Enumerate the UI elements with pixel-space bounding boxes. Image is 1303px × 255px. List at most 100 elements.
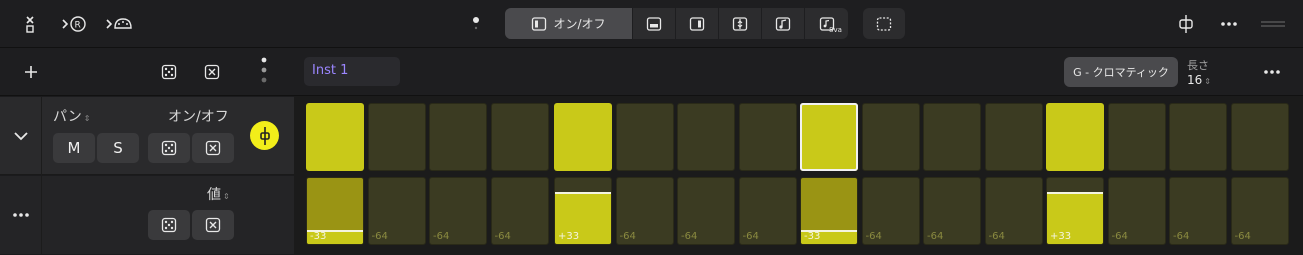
pan-selector-icon: ⇕ bbox=[83, 114, 91, 123]
value-randomize-button[interactable] bbox=[148, 210, 190, 240]
step-value-8[interactable]: -64 bbox=[738, 177, 797, 245]
length-number: 16 bbox=[1187, 73, 1203, 87]
octave-label: 8va bbox=[829, 26, 842, 34]
step-onoff-4[interactable] bbox=[490, 103, 549, 171]
step-value-16[interactable]: -64 bbox=[1230, 177, 1289, 245]
step-onoff-1[interactable] bbox=[306, 103, 364, 171]
note-length-icon bbox=[689, 16, 705, 31]
step-onoff-10[interactable] bbox=[861, 103, 920, 171]
step-value-15[interactable]: -64 bbox=[1169, 177, 1227, 245]
panel-resize-handle-icon[interactable] bbox=[1258, 10, 1288, 38]
step-onoff-12[interactable] bbox=[984, 103, 1043, 171]
step-value-4[interactable]: -64 bbox=[490, 177, 549, 245]
step-onoff-7[interactable] bbox=[677, 103, 735, 171]
scale-button[interactable]: G - クロマティック bbox=[1064, 57, 1178, 87]
step-onoff-15[interactable] bbox=[1169, 103, 1227, 171]
step-value-label: -64 bbox=[1111, 231, 1128, 242]
value-row-selector[interactable]: 値 ⇕ bbox=[207, 184, 230, 204]
step-value-label: -64 bbox=[371, 231, 388, 242]
step-value-2[interactable]: -64 bbox=[367, 177, 426, 245]
lane-handle-icon[interactable] bbox=[250, 56, 278, 84]
add-lane-icon[interactable] bbox=[17, 58, 45, 86]
select-button[interactable] bbox=[863, 8, 905, 39]
region-name[interactable]: Inst 1 bbox=[304, 57, 400, 86]
note-length-mode-button[interactable] bbox=[676, 8, 719, 39]
onoff-mode-button[interactable]: オン/オフ bbox=[505, 8, 633, 39]
octave-mode-button[interactable]: 8va bbox=[805, 8, 848, 39]
step-value-10[interactable]: -64 bbox=[861, 177, 920, 245]
top-toolbar: R オン/オフ 8va bbox=[0, 0, 1303, 48]
value-selector-icon: ⇕ bbox=[223, 192, 230, 201]
step-value-label: +33 bbox=[1050, 231, 1072, 242]
value-row-title: 値 bbox=[207, 187, 221, 203]
close-editor-icon[interactable] bbox=[17, 10, 45, 38]
clear-all-icon[interactable] bbox=[198, 58, 226, 86]
step-onoff-13[interactable] bbox=[1046, 103, 1104, 171]
pan-randomize-button[interactable] bbox=[148, 133, 190, 163]
step-onoff-2[interactable] bbox=[367, 103, 426, 171]
nudge-mode-button[interactable] bbox=[719, 8, 762, 39]
step-value-label: -64 bbox=[619, 231, 636, 242]
step-value-11[interactable]: -64 bbox=[923, 177, 981, 245]
pan-row-selector[interactable]: パン ⇕ bbox=[53, 106, 90, 126]
clear-icon bbox=[205, 140, 221, 156]
pan-row-title: パン bbox=[53, 109, 82, 125]
step-value-12[interactable]: -64 bbox=[984, 177, 1043, 245]
collapse-row-button[interactable] bbox=[0, 97, 42, 175]
velocity-icon bbox=[646, 16, 662, 31]
step-drag-handle-icon[interactable] bbox=[462, 10, 490, 38]
step-onoff-5[interactable] bbox=[554, 103, 612, 171]
step-value-5[interactable]: +33 bbox=[554, 177, 612, 245]
step-value-label: -33 bbox=[310, 231, 327, 242]
pan-mode-label: オン/オフ bbox=[168, 109, 229, 125]
view-mode-segmented-control: オン/オフ 8va bbox=[505, 8, 848, 39]
row-handle-icon bbox=[259, 126, 270, 145]
step-value-9[interactable]: -33 bbox=[800, 177, 858, 245]
step-onoff-14[interactable] bbox=[1107, 103, 1166, 171]
step-onoff-6[interactable] bbox=[615, 103, 674, 171]
record-icon[interactable]: R bbox=[60, 10, 90, 38]
row-playhead-button[interactable] bbox=[250, 121, 279, 150]
follow-playhead-icon[interactable] bbox=[1172, 10, 1200, 38]
step-grid: -33 -64 -64 -64 +33 -64 -64 -64 -33 -64 -64 -64 +33 -… bbox=[294, 96, 1303, 255]
region-header: Inst 1 G - クロマティック 長さ 16 ⇕ bbox=[294, 48, 1303, 96]
step-value-14[interactable]: -64 bbox=[1107, 177, 1166, 245]
region-more-icon[interactable] bbox=[1260, 60, 1284, 84]
step-value-label: +33 bbox=[558, 231, 580, 242]
note-mode-button[interactable] bbox=[762, 8, 805, 39]
mute-button[interactable]: M bbox=[53, 133, 95, 163]
step-value-13[interactable]: +33 bbox=[1046, 177, 1104, 245]
row-options-button[interactable] bbox=[0, 176, 42, 254]
velocity-mode-button[interactable] bbox=[633, 8, 676, 39]
step-value-label: -64 bbox=[494, 231, 511, 242]
step-onoff-11[interactable] bbox=[923, 103, 981, 171]
length-label: 長さ bbox=[1187, 59, 1209, 72]
pan-row-header: パン ⇕ オン/オフ M S bbox=[0, 97, 294, 175]
step-value-label: -64 bbox=[1173, 231, 1190, 242]
step-onoff-16[interactable] bbox=[1230, 103, 1289, 171]
step-value-7[interactable]: -64 bbox=[677, 177, 735, 245]
selection-icon bbox=[876, 16, 892, 31]
step-value-label: -64 bbox=[1234, 231, 1251, 242]
step-value-6[interactable]: -64 bbox=[615, 177, 674, 245]
step-onoff-8[interactable] bbox=[738, 103, 797, 171]
length-value[interactable]: 16 ⇕ bbox=[1187, 73, 1211, 87]
step-value-1[interactable]: -33 bbox=[306, 177, 364, 245]
step-value-label: -33 bbox=[804, 231, 821, 242]
step-value-label: -64 bbox=[865, 231, 882, 242]
length-stepper-icon: ⇕ bbox=[1204, 77, 1211, 86]
step-value-label: -64 bbox=[433, 231, 450, 242]
nudge-icon bbox=[732, 16, 748, 31]
midi-input-icon[interactable] bbox=[104, 10, 134, 38]
randomize-all-dice-icon[interactable] bbox=[155, 58, 183, 86]
step-value-3[interactable]: -64 bbox=[429, 177, 487, 245]
onoff-icon bbox=[532, 16, 547, 31]
value-clear-button[interactable] bbox=[192, 210, 234, 240]
step-value-label: -64 bbox=[742, 231, 759, 242]
note-icon bbox=[775, 16, 791, 31]
solo-button[interactable]: S bbox=[97, 133, 139, 163]
step-onoff-3[interactable] bbox=[429, 103, 487, 171]
step-onoff-9[interactable] bbox=[800, 103, 858, 171]
pan-clear-button[interactable] bbox=[192, 133, 234, 163]
more-options-icon[interactable] bbox=[1215, 10, 1243, 38]
